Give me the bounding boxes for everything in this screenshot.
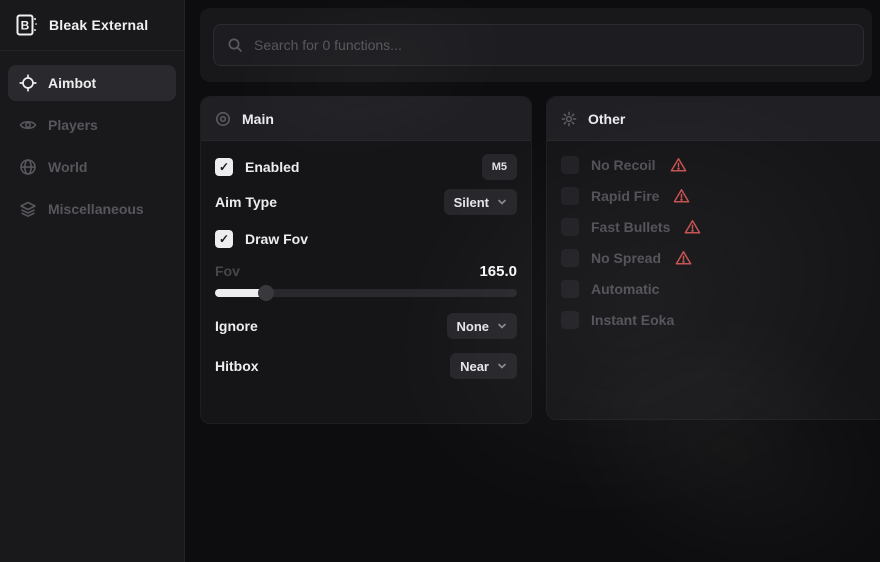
no-recoil-checkbox[interactable]: No Recoil bbox=[561, 155, 875, 175]
enabled-label: Enabled bbox=[245, 159, 299, 175]
instant-eoka-label: Instant Eoka bbox=[591, 312, 674, 328]
panel-main-header: Main bbox=[201, 97, 531, 141]
aim-type-row: Aim Type Silent bbox=[215, 189, 517, 215]
no-recoil-label: No Recoil bbox=[591, 157, 656, 173]
warning-icon bbox=[670, 157, 687, 173]
instant-eoka-checkbox[interactable]: Instant Eoka bbox=[561, 310, 875, 330]
check-icon: ✓ bbox=[215, 230, 233, 248]
aim-type-dropdown[interactable]: Silent bbox=[444, 189, 517, 215]
fast-bullets-label: Fast Bullets bbox=[591, 219, 670, 235]
app-logo-icon: B bbox=[16, 14, 38, 36]
fov-slider-thumb[interactable] bbox=[258, 285, 274, 301]
automatic-checkbox[interactable]: Automatic bbox=[561, 279, 875, 299]
app-title: Bleak External bbox=[49, 17, 148, 33]
fov-label: Fov bbox=[215, 263, 240, 279]
sidebar-item-world[interactable]: World bbox=[8, 149, 176, 185]
fov-slider-track bbox=[215, 289, 517, 297]
draw-fov-checkbox[interactable]: ✓ Draw Fov bbox=[215, 230, 308, 248]
no-spread-checkbox[interactable]: No Spread bbox=[561, 248, 875, 268]
enabled-keybind-button[interactable]: M5 bbox=[482, 154, 517, 180]
search-placeholder: Search for 0 functions... bbox=[254, 37, 402, 53]
aim-type-value: Silent bbox=[454, 195, 489, 210]
enabled-row: ✓ Enabled M5 bbox=[215, 153, 517, 181]
checkbox-unchecked bbox=[561, 249, 579, 267]
enabled-checkbox[interactable]: ✓ Enabled bbox=[215, 158, 299, 176]
sidebar: B Bleak External Aimbot bbox=[0, 0, 185, 562]
fov-slider[interactable] bbox=[215, 285, 517, 301]
sidebar-item-label: World bbox=[48, 159, 87, 175]
draw-fov-label: Draw Fov bbox=[245, 231, 308, 247]
sidebar-item-label: Miscellaneous bbox=[48, 201, 144, 217]
panel-other-body: No Recoil Rapid Fire Fast Bull bbox=[547, 141, 880, 355]
ignore-dropdown[interactable]: None bbox=[447, 313, 518, 339]
warning-icon bbox=[675, 250, 692, 266]
layers-icon bbox=[19, 200, 37, 218]
search-header: Search for 0 functions... bbox=[200, 8, 872, 82]
fast-bullets-checkbox[interactable]: Fast Bullets bbox=[561, 217, 875, 237]
checkbox-unchecked bbox=[561, 218, 579, 236]
hitbox-value: Near bbox=[460, 359, 489, 374]
hitbox-row: Hitbox Near bbox=[215, 353, 517, 379]
search-input[interactable]: Search for 0 functions... bbox=[213, 24, 864, 66]
crosshair-icon bbox=[19, 74, 37, 92]
fov-value: 165.0 bbox=[479, 263, 517, 280]
warning-icon bbox=[673, 188, 690, 204]
checkbox-unchecked bbox=[561, 187, 579, 205]
fov-slider-row bbox=[215, 285, 517, 301]
rapid-fire-label: Rapid Fire bbox=[591, 188, 659, 204]
sidebar-item-players[interactable]: Players bbox=[8, 107, 176, 143]
app-logo-row: B Bleak External bbox=[0, 0, 184, 51]
ignore-value: None bbox=[457, 319, 490, 334]
panel-other: Other No Recoil Rapid Fire bbox=[546, 96, 880, 420]
sidebar-item-label: Players bbox=[48, 117, 98, 133]
rapid-fire-checkbox[interactable]: Rapid Fire bbox=[561, 186, 875, 206]
hitbox-dropdown[interactable]: Near bbox=[450, 353, 517, 379]
sidebar-nav: Aimbot Players bbox=[0, 51, 184, 241]
panel-main: Main ✓ Enabled M5 Aim Type Silent bbox=[200, 96, 532, 424]
svg-text:B: B bbox=[21, 19, 30, 33]
ignore-label: Ignore bbox=[215, 318, 258, 334]
panel-other-header: Other bbox=[547, 97, 880, 141]
eye-icon bbox=[19, 116, 37, 134]
checkbox-unchecked bbox=[561, 156, 579, 174]
disc-target-icon bbox=[215, 111, 231, 127]
check-icon: ✓ bbox=[215, 158, 233, 176]
panel-main-title: Main bbox=[242, 111, 274, 127]
app-window: B Bleak External Aimbot bbox=[0, 0, 880, 562]
warning-icon bbox=[684, 219, 701, 235]
panel-main-body: ✓ Enabled M5 Aim Type Silent ✓ Draw Fov bbox=[201, 141, 531, 379]
automatic-label: Automatic bbox=[591, 281, 659, 297]
panel-other-title: Other bbox=[588, 111, 625, 127]
globe-icon bbox=[19, 158, 37, 176]
no-spread-label: No Spread bbox=[591, 250, 661, 266]
gear-icon bbox=[561, 111, 577, 127]
checkbox-unchecked bbox=[561, 280, 579, 298]
chevron-down-icon bbox=[497, 361, 507, 371]
search-icon bbox=[227, 37, 243, 53]
aim-type-label: Aim Type bbox=[215, 194, 277, 210]
checkbox-unchecked bbox=[561, 311, 579, 329]
ignore-row: Ignore None bbox=[215, 313, 517, 339]
fov-value-row: Fov 165.0 bbox=[215, 261, 517, 281]
chevron-down-icon bbox=[497, 197, 507, 207]
sidebar-item-label: Aimbot bbox=[48, 75, 96, 91]
sidebar-item-aimbot[interactable]: Aimbot bbox=[8, 65, 176, 101]
chevron-down-icon bbox=[497, 321, 507, 331]
hitbox-label: Hitbox bbox=[215, 358, 259, 374]
sidebar-item-miscellaneous[interactable]: Miscellaneous bbox=[8, 191, 176, 227]
draw-fov-row: ✓ Draw Fov bbox=[215, 225, 517, 253]
